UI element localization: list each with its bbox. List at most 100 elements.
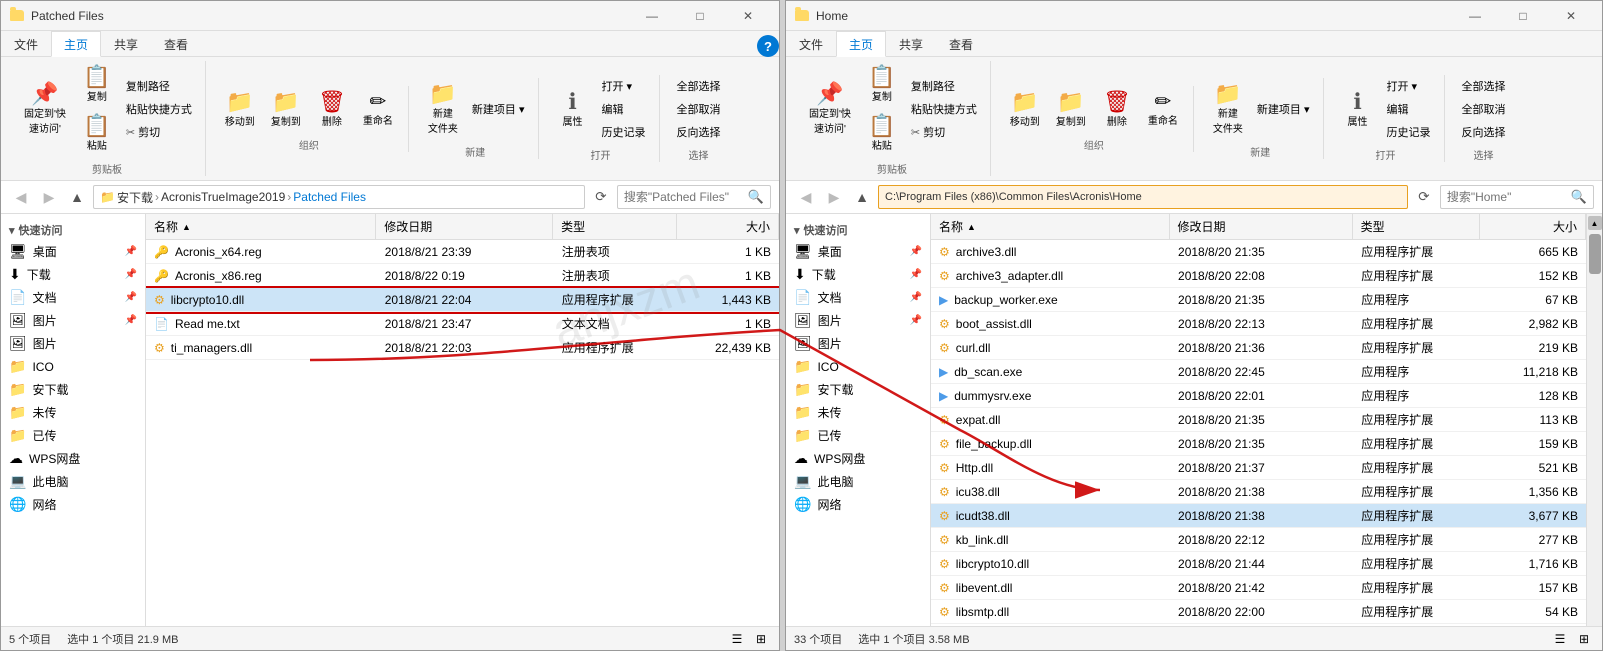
left-rename-button[interactable]: ✏ 重命名 — [356, 87, 400, 132]
right-paste-shortcut-button[interactable]: 粘贴快捷方式 — [906, 98, 982, 120]
left-col-size[interactable]: 大小 — [677, 214, 779, 239]
left-sidebar-unsent[interactable]: 📁 未传 — [1, 401, 145, 424]
right-history-button[interactable]: 历史记录 — [1382, 121, 1436, 143]
left-address-path[interactable]: 📁 安下载 › AcronisTrueImage2019 › Patched F… — [93, 185, 585, 209]
table-row[interactable]: ⚙boot_assist.dll2018/8/20 22:13应用程序扩展2,9… — [931, 312, 1586, 336]
left-col-name[interactable]: 名称 — [146, 214, 376, 239]
table-row[interactable]: ⚙libsmtp.dll2018/8/20 22:00应用程序扩展54 KB — [931, 600, 1586, 624]
left-history-button[interactable]: 历史记录 — [597, 121, 651, 143]
left-sidebar-pics2[interactable]: 🖼 图片 — [1, 332, 145, 355]
right-close-button[interactable]: ✕ — [1548, 1, 1594, 31]
right-sidebar-pics2[interactable]: 🖼 图片 — [786, 332, 930, 355]
table-row[interactable]: ⚙ libcrypto10.dll 2018/8/21 22:04 应用程序扩展… — [146, 288, 779, 312]
left-sidebar-network[interactable]: 🌐 网络 — [1, 493, 145, 516]
table-row[interactable]: ⚙file_backup.dll2018/8/20 21:35应用程序扩展159… — [931, 432, 1586, 456]
left-sidebar-ico[interactable]: 📁 ICO — [1, 355, 145, 378]
scrollbar-thumb[interactable] — [1589, 234, 1601, 274]
left-sidebar-pics[interactable]: 🖼 图片 📌 — [1, 309, 145, 332]
right-col-type[interactable]: 类型 — [1353, 214, 1481, 239]
right-list-view-button[interactable]: ☰ — [1550, 629, 1570, 649]
right-col-size[interactable]: 大小 — [1480, 214, 1586, 239]
left-copy-button[interactable]: 📋 复制 — [75, 61, 119, 108]
scrollbar-up[interactable]: ▲ — [1588, 216, 1602, 230]
right-cut-button[interactable]: ✂剪切 — [906, 121, 982, 143]
right-address-path[interactable]: C:\Program Files (x86)\Common Files\Acro… — [878, 185, 1408, 209]
right-tab-home[interactable]: 主页 — [836, 31, 886, 57]
left-delete-button[interactable]: 🗑 删除 — [310, 86, 354, 133]
right-tab-file[interactable]: 文件 — [786, 31, 836, 56]
right-sidebar-docs[interactable]: 📄 文档 📌 — [786, 286, 930, 309]
right-selectall-button[interactable]: 全部选择 — [1457, 75, 1511, 97]
left-newfolder-button[interactable]: 📁 新建文件夹 — [421, 78, 465, 140]
left-tab-share[interactable]: 共享 — [101, 31, 151, 56]
left-refresh-button[interactable]: ⟳ — [589, 185, 613, 209]
right-sidebar-andown[interactable]: 📁 安下载 — [786, 378, 930, 401]
right-sidebar-wps[interactable]: ☁ WPS网盘 — [786, 447, 930, 470]
left-cut-button[interactable]: ✂剪切 — [121, 121, 197, 143]
left-maximize-button[interactable]: □ — [677, 1, 723, 31]
right-pin-button[interactable]: 📌 固定到'快速访问' — [802, 78, 858, 140]
table-row[interactable]: ⚙ ti_managers.dll 2018/8/21 22:03 应用程序扩展… — [146, 336, 779, 360]
right-newitem-button[interactable]: 新建项目 ▾ — [1252, 98, 1315, 120]
right-paste-button[interactable]: 📋 粘贴 — [860, 110, 904, 157]
right-tab-share[interactable]: 共享 — [886, 31, 936, 56]
right-sidebar-downloads[interactable]: ⬇ 下载 📌 — [786, 263, 930, 286]
right-sidebar-desktop[interactable]: 🖥 桌面 📌 — [786, 240, 930, 263]
right-tab-view[interactable]: 查看 — [936, 31, 986, 56]
left-grid-view-button[interactable]: ⊞ — [751, 629, 771, 649]
right-newfolder-button[interactable]: 📁 新建文件夹 — [1206, 78, 1250, 140]
left-copyto-button[interactable]: 📁 复制到 — [264, 86, 308, 133]
right-maximize-button[interactable]: □ — [1500, 1, 1546, 31]
left-selectnone-button[interactable]: 全部取消 — [672, 98, 726, 120]
right-sidebar-unsent[interactable]: 📁 未传 — [786, 401, 930, 424]
left-col-date[interactable]: 修改日期 — [376, 214, 553, 239]
left-tab-view[interactable]: 查看 — [151, 31, 201, 56]
table-row[interactable]: ⚙icu38.dll2018/8/20 21:38应用程序扩展1,356 KB — [931, 480, 1586, 504]
right-sidebar-network[interactable]: 🌐 网络 — [786, 493, 930, 516]
left-col-type[interactable]: 类型 — [553, 214, 677, 239]
table-row[interactable]: ⚙archive3.dll2018/8/20 21:35应用程序扩展665 KB — [931, 240, 1586, 264]
left-copy-path-button[interactable]: 复制路径 — [121, 75, 197, 97]
table-row[interactable]: ⚙kb_link.dll2018/8/20 22:12应用程序扩展277 KB — [931, 528, 1586, 552]
left-sidebar-sent[interactable]: 📁 已传 — [1, 424, 145, 447]
table-row[interactable]: 🔑 Acronis_x64.reg 2018/8/21 23:39 注册表项 1… — [146, 240, 779, 264]
table-row[interactable]: ⚙icudt38.dll2018/8/20 21:38应用程序扩展3,677 K… — [931, 504, 1586, 528]
table-row[interactable]: ⚙archive3_adapter.dll2018/8/20 22:08应用程序… — [931, 264, 1586, 288]
right-scrollbar[interactable]: ▲ — [1586, 214, 1602, 626]
right-refresh-button[interactable]: ⟳ — [1412, 185, 1436, 209]
left-tab-home[interactable]: 主页 — [51, 31, 101, 57]
left-sidebar-docs[interactable]: 📄 文档 📌 — [1, 286, 145, 309]
table-row[interactable]: 📄 Read me.txt 2018/8/21 23:47 文本文档 1 KB — [146, 312, 779, 336]
left-sidebar-wps[interactable]: ☁ WPS网盘 — [1, 447, 145, 470]
right-sidebar-sent[interactable]: 📁 已传 — [786, 424, 930, 447]
left-moveto-button[interactable]: 📁 移动到 — [218, 86, 262, 133]
table-row[interactable]: ⚙libcrypto10.dll2018/8/20 21:44应用程序扩展1,7… — [931, 552, 1586, 576]
table-row[interactable]: ⚙Http.dll2018/8/20 21:37应用程序扩展521 KB — [931, 456, 1586, 480]
right-forward-button[interactable]: ▶ — [822, 185, 846, 209]
left-tab-file[interactable]: 文件 — [1, 31, 51, 56]
left-open-button[interactable]: 打开 ▾ — [597, 75, 651, 97]
right-edit-button[interactable]: 编辑 — [1382, 98, 1436, 120]
left-pin-button[interactable]: 📌 固定到'快速访问' — [17, 78, 73, 140]
left-up-button[interactable]: ▲ — [65, 185, 89, 209]
left-edit-button[interactable]: 编辑 — [597, 98, 651, 120]
left-props-button[interactable]: ℹ 属性 — [551, 86, 595, 133]
right-sidebar-ico[interactable]: 📁 ICO — [786, 355, 930, 378]
table-row[interactable]: ▶dummysrv.exe2018/8/20 22:01应用程序128 KB — [931, 384, 1586, 408]
right-copy-path-button[interactable]: 复制路径 — [906, 75, 982, 97]
left-newitem-button[interactable]: 新建项目 ▾ — [467, 98, 530, 120]
right-selectinvert-button[interactable]: 反向选择 — [1457, 121, 1511, 143]
left-paste-shortcut-button[interactable]: 粘贴快捷方式 — [121, 98, 197, 120]
right-props-button[interactable]: ℹ 属性 — [1336, 86, 1380, 133]
table-row[interactable]: ⚙libevent.dll2018/8/20 21:42应用程序扩展157 KB — [931, 576, 1586, 600]
left-selectall-button[interactable]: 全部选择 — [672, 75, 726, 97]
left-sidebar-desktop[interactable]: 🖥 桌面 📌 — [1, 240, 145, 263]
left-back-button[interactable]: ◀ — [9, 185, 33, 209]
right-moveto-button[interactable]: 📁 移动到 — [1003, 86, 1047, 133]
table-row[interactable]: ⚙expat.dll2018/8/20 21:35应用程序扩展113 KB — [931, 408, 1586, 432]
right-grid-view-button[interactable]: ⊞ — [1574, 629, 1594, 649]
table-row[interactable]: 🔑 Acronis_x86.reg 2018/8/22 0:19 注册表项 1 … — [146, 264, 779, 288]
left-paste-button[interactable]: 📋 粘贴 — [75, 110, 119, 157]
right-sidebar-pics[interactable]: 🖼 图片 📌 — [786, 309, 930, 332]
right-copy-button[interactable]: 📋 复制 — [860, 61, 904, 108]
